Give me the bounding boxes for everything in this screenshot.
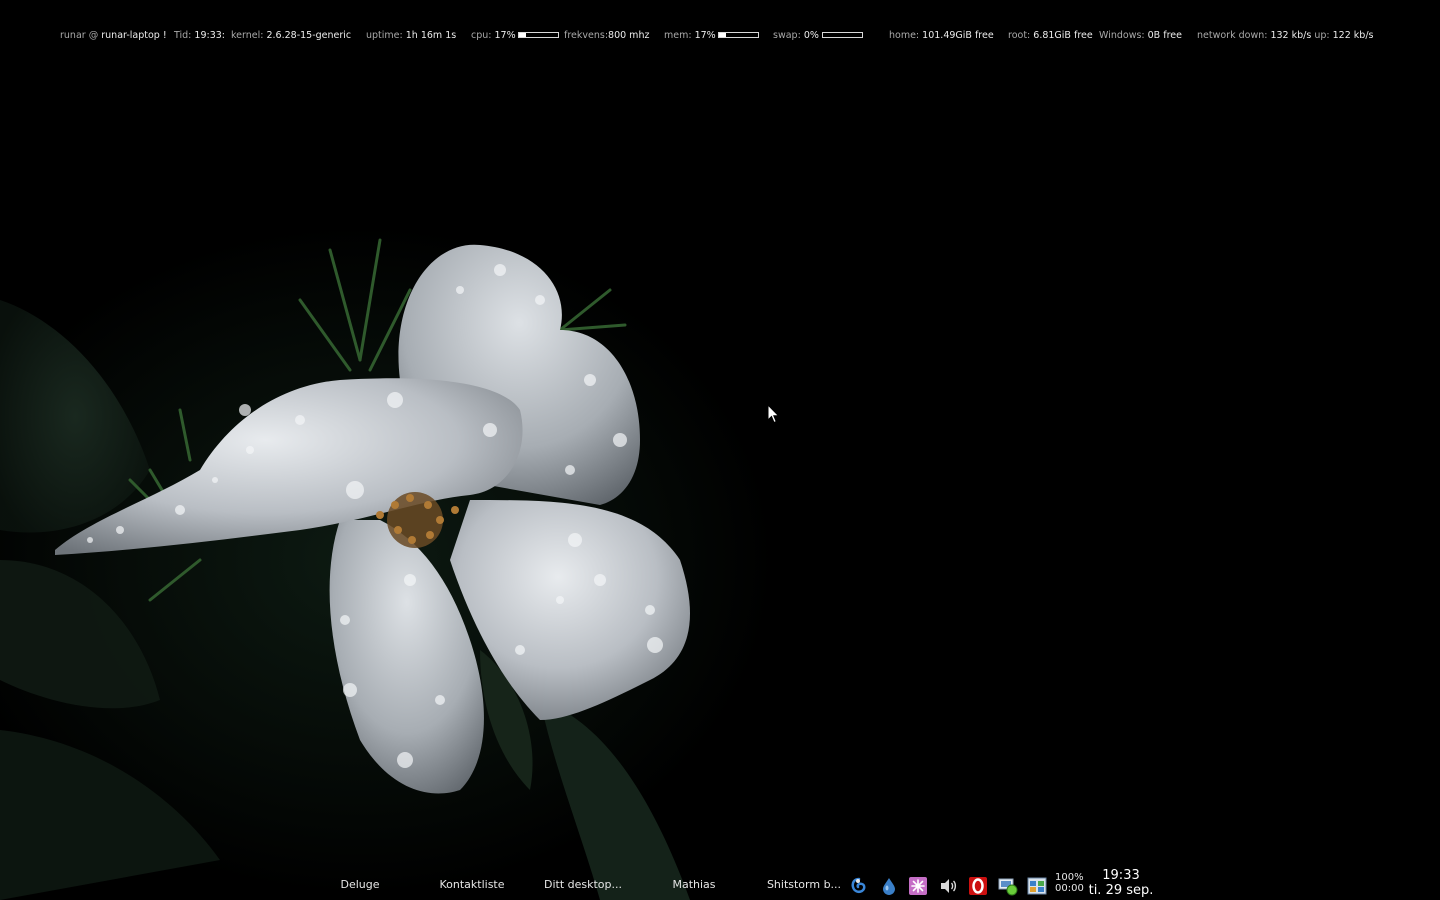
- memory-usage-bar-fill: [719, 33, 726, 37]
- conky-swap-label: swap:: [773, 30, 801, 41]
- battery-indicator[interactable]: 100% 00:00: [1055, 872, 1089, 894]
- conky-kernel-label: kernel:: [231, 30, 264, 41]
- conky-swap-value: 0%: [803, 30, 819, 41]
- conky-user-host: runar @ runar-laptop !: [60, 29, 167, 43]
- conky-windows-value: 0B free: [1147, 30, 1182, 41]
- conky-mem: mem: 17%: [664, 29, 716, 43]
- conky-time-value: 19:33:: [194, 30, 225, 41]
- conky-mem-label: mem:: [664, 30, 692, 41]
- conky-net-down-label: network down:: [1197, 30, 1268, 41]
- conky-swap: swap: 0%: [773, 29, 819, 43]
- conky-freq-value: 800 mhz: [608, 30, 650, 41]
- conky-system-monitor: runar @ runar-laptop ! Tid: 19:33: kerne…: [60, 29, 1390, 43]
- task-mathias[interactable]: Mathias: [658, 877, 730, 893]
- network-icon[interactable]: [998, 876, 1018, 896]
- conky-mem-value: 17%: [694, 30, 716, 41]
- clock-date: ti. 29 sep.: [1088, 883, 1154, 898]
- conky-freq-label: frekvens:: [564, 30, 609, 41]
- clock-time: 19:33: [1102, 868, 1140, 883]
- swap-usage-bar: [822, 32, 863, 38]
- conky-net-down-value: 132 kb/s: [1270, 30, 1312, 41]
- conky-time: Tid: 19:33:: [174, 29, 225, 43]
- battery-percent: 100%: [1055, 872, 1084, 883]
- conky-windows-label: Windows:: [1099, 30, 1145, 41]
- conky-net-up-label: up:: [1314, 30, 1330, 41]
- conky-host: runar-laptop !: [101, 30, 167, 41]
- task-ditt-desktop[interactable]: Ditt desktop...: [540, 877, 626, 893]
- conky-net-up-value: 122 kb/s: [1332, 30, 1374, 41]
- cpu-usage-bar-fill: [519, 33, 526, 37]
- conky-uptime-label: uptime:: [366, 30, 403, 41]
- battery-time: 00:00: [1055, 883, 1084, 894]
- conky-windows: Windows: 0B free: [1099, 29, 1182, 43]
- conky-time-label: Tid:: [174, 30, 192, 41]
- windows-manager-icon[interactable]: [1027, 876, 1047, 896]
- wallpaper-flower-image: [0, 238, 690, 900]
- conky-home: home: 101.49GiB free: [889, 29, 994, 43]
- mouse-cursor-icon: [767, 404, 780, 424]
- conky-cpu-value: 17%: [494, 30, 516, 41]
- desktop[interactable]: runar @ runar-laptop ! Tid: 19:33: kerne…: [0, 0, 1440, 900]
- conky-frequency: frekvens:800 mhz: [564, 29, 649, 43]
- conky-root-value: 6.81GiB free: [1033, 30, 1093, 41]
- conky-kernel-value: 2.6.28-15-generic: [266, 30, 352, 41]
- blue-swirl-icon[interactable]: [849, 876, 869, 896]
- conky-uptime: uptime: 1h 16m 1s: [366, 29, 456, 43]
- task-shitstorm[interactable]: Shitstorm b...: [764, 877, 844, 893]
- pink-settings-icon[interactable]: [908, 876, 928, 896]
- conky-network: network down: 132 kb/s up: 122 kb/s: [1197, 29, 1373, 43]
- clock[interactable]: 19:33 ti. 29 sep.: [1088, 868, 1154, 898]
- conky-kernel: kernel: 2.6.28-15-generic: [231, 29, 351, 43]
- water-drop-icon[interactable]: [879, 876, 899, 896]
- task-kontaktliste[interactable]: Kontaktliste: [430, 877, 514, 893]
- conky-user: runar: [60, 30, 86, 41]
- conky-home-value: 101.49GiB free: [922, 30, 994, 41]
- conky-root: root: 6.81GiB free: [1008, 29, 1093, 43]
- conky-root-label: root:: [1008, 30, 1031, 41]
- memory-usage-bar: [718, 32, 759, 38]
- conky-at: @: [88, 30, 99, 41]
- conky-cpu: cpu: 17%: [471, 29, 516, 43]
- conky-cpu-label: cpu:: [471, 30, 492, 41]
- volume-icon[interactable]: [938, 876, 958, 896]
- opera-icon[interactable]: [968, 876, 988, 896]
- conky-home-label: home:: [889, 30, 920, 41]
- task-deluge[interactable]: Deluge: [330, 877, 390, 893]
- cpu-usage-bar: [518, 32, 559, 38]
- conky-uptime-value: 1h 16m 1s: [405, 30, 457, 41]
